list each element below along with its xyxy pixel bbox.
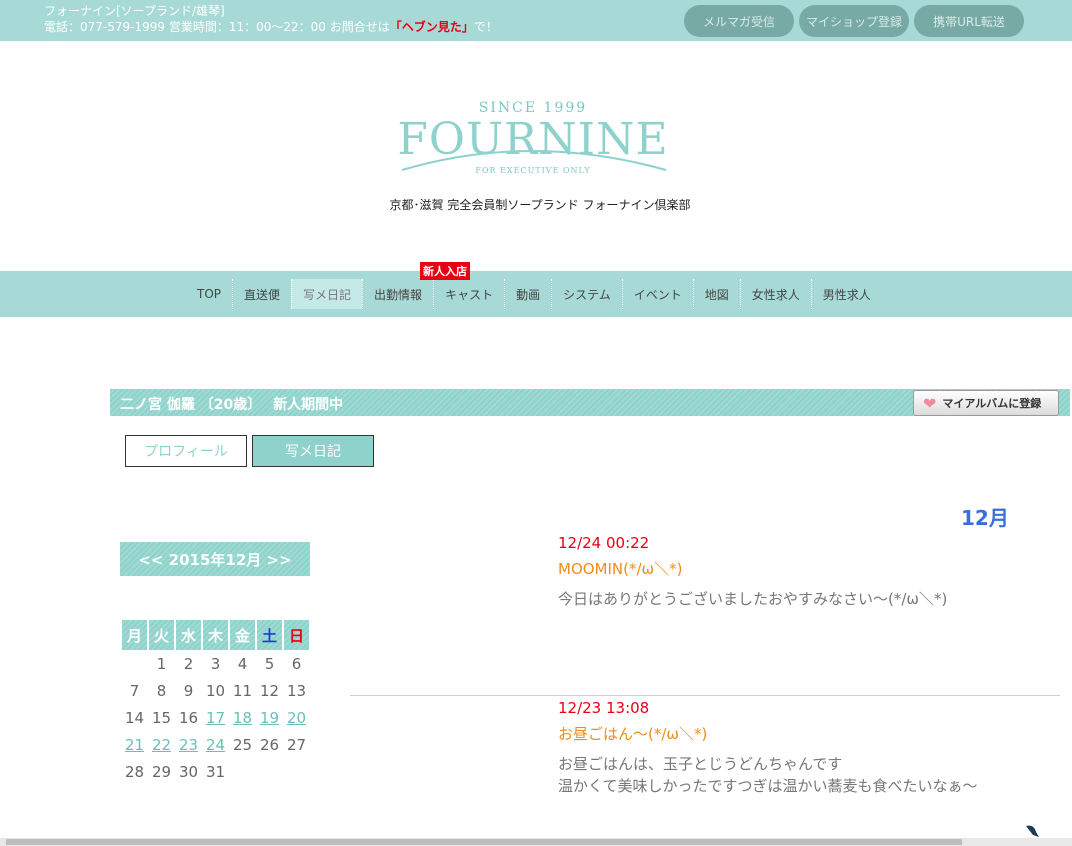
calendar-day: 7 — [129, 681, 140, 700]
entry-body-line: お昼ごはんは、玉子とじうどんちゃんです — [558, 755, 843, 773]
weekday-tue: 火 — [149, 620, 174, 650]
calendar-week: 7 8 9 10 11 12 13 — [122, 677, 309, 704]
calendar-day: 4 — [237, 654, 248, 673]
tab-profile[interactable]: プロフィール — [125, 435, 247, 467]
calendar-day[interactable]: 24 — [203, 731, 228, 758]
horizontal-scrollbar[interactable] — [0, 838, 1072, 846]
logo-subtitle: 京都･滋賀 完全会員制ソープランド フォーナイン倶楽部 — [389, 198, 691, 212]
weekday-mon: 月 — [122, 620, 147, 650]
calendar: 月 火 水 木 金 土 日 1 2 3 4 5 6 7 8 9 10 11 12 13 14 15 16 17 1… — [120, 620, 311, 785]
cast-name: 二ノ宮 伽羅 〔20歳〕 新人期間中 — [120, 397, 344, 413]
top-bar: フォーナイン[ソープランド/雄琴] 電話：077-579-1999 営業時間：1… — [0, 0, 1072, 41]
logo-tagline: FOR EXECUTIVE ONLY — [475, 166, 591, 175]
calendar-day: 14 — [124, 708, 145, 727]
mobile-url-button[interactable]: 携帯URL転送 — [914, 5, 1024, 37]
calendar-day: 31 — [205, 762, 226, 781]
calendar-day: 25 — [232, 735, 253, 754]
nav-item-top[interactable]: TOP — [186, 279, 232, 309]
calendar-day[interactable]: 23 — [176, 731, 201, 758]
calendar-day: 30 — [178, 762, 199, 781]
entry-body: 今日はありがとうございましたおやすみなさい～(*/ω＼*) — [558, 588, 1058, 610]
calendar-day[interactable]: 20 — [284, 704, 309, 731]
calendar-day[interactable]: 17 — [203, 704, 228, 731]
scrollbar-thumb[interactable] — [6, 839, 962, 845]
calendar-empty-cell — [230, 758, 255, 785]
shop-name: フォーナイン[ソープランド/雄琴] — [44, 4, 225, 18]
nav-item-event[interactable]: イベント — [621, 279, 693, 309]
calendar-day: 9 — [183, 681, 194, 700]
main-nav: TOP 直送便 写メ日記 出勤情報 キャスト 動画 システム イベント 地図 女… — [0, 262, 1072, 317]
nav-item-cast[interactable]: キャスト — [433, 279, 504, 309]
nav-item-system[interactable]: システム — [551, 279, 622, 309]
calendar-day: 15 — [151, 708, 172, 727]
contact-text: 電話：077-579-1999 営業時間：11：00～22：00 お問合せは — [44, 20, 390, 34]
new-cast-badge: 新人入店 — [420, 262, 470, 280]
calendar-day: 1 — [156, 654, 167, 673]
calendar-day[interactable]: 21 — [122, 731, 147, 758]
nav-item-video[interactable]: 動画 — [504, 279, 551, 309]
calendar-day[interactable]: 19 — [257, 704, 282, 731]
heart-icon: ❤ — [923, 393, 937, 413]
calendar-day: 3 — [210, 654, 221, 673]
add-to-album-button[interactable]: ❤ マイアルバムに登録 — [913, 390, 1059, 416]
calendar-day[interactable]: 22 — [149, 731, 174, 758]
entry-body: お昼ごはんは、玉子とじうどんちゃんです 温かくて美味しかったですつぎは温かい蕎麦… — [558, 753, 1058, 797]
myshop-register-button[interactable]: マイショップ登録 — [799, 5, 909, 37]
calendar-day: 13 — [286, 681, 307, 700]
calendar-day: 10 — [205, 681, 226, 700]
calendar-week: 123456 — [122, 650, 309, 677]
contact-highlight: 「ヘブン見た」 — [389, 20, 474, 34]
entry-date: 12/23 13:08 — [558, 699, 650, 717]
entry-date: 12/24 00:22 — [558, 534, 650, 552]
nav-item-schedule[interactable]: 出勤情報 — [362, 279, 433, 309]
calendar-day: 26 — [259, 735, 280, 754]
calendar-day: 8 — [156, 681, 167, 700]
contact-info: 電話：077-579-1999 営業時間：11：00～22：00 お問合せは「ヘ… — [44, 18, 498, 35]
weekday-sat: 土 — [257, 620, 282, 650]
entry-divider — [350, 695, 1060, 696]
weekday-thu: 木 — [203, 620, 228, 650]
calendar-day: 5 — [264, 654, 275, 673]
diary-entry: 12/24 00:22 MOOMIN(*/ω＼*) 今日はありがとうございました… — [558, 534, 1058, 610]
calendar-empty-cell — [284, 758, 309, 785]
nav-item-female-recruit[interactable]: 女性求人 — [739, 279, 811, 309]
entry-title[interactable]: お昼ごはん～(*/ω＼*) — [558, 723, 1058, 753]
calendar-week: 21 22 23 24 25 26 27 — [122, 731, 309, 758]
calendar-week: 28 29 30 31 — [122, 758, 309, 785]
newsletter-button[interactable]: メルマガ受信 — [684, 5, 794, 37]
calendar-day: 6 — [291, 654, 302, 673]
nav-item-direct[interactable]: 直送便 — [232, 279, 291, 309]
entry-body-line: 今日はありがとうございましたおやすみなさい～(*/ω＼*) — [558, 590, 948, 608]
calendar-day: 2 — [183, 654, 194, 673]
weekday-wed: 水 — [176, 620, 201, 650]
site-logo[interactable]: SINCE 1999 FOURNINE FOR EXECUTIVE ONLY 京… — [380, 100, 700, 220]
calendar-day: 28 — [124, 762, 145, 781]
add-to-album-label: マイアルバムに登録 — [942, 397, 1042, 410]
tab-photo-diary[interactable]: 写メ日記 — [252, 435, 374, 467]
calendar-day: 12 — [259, 681, 280, 700]
nav-item-map[interactable]: 地図 — [692, 279, 740, 309]
diary-entry: 12/23 13:08 お昼ごはん～(*/ω＼*) お昼ごはんは、玉子とじうどん… — [558, 699, 1058, 797]
entry-title[interactable]: MOOMIN(*/ω＼*) — [558, 558, 1058, 588]
weekday-fri: 金 — [230, 620, 255, 650]
calendar-empty-cell — [122, 650, 147, 677]
contact-suffix: で！ — [473, 20, 498, 34]
calendar-week: 14 15 16 17 18 19 20 — [122, 704, 309, 731]
calendar-day: 29 — [151, 762, 172, 781]
calendar-month-nav[interactable]: << 2015年12月 >> — [120, 542, 310, 576]
nav-item-photo-diary[interactable]: 写メ日記 — [291, 279, 363, 309]
weekday-sun: 日 — [284, 620, 309, 650]
calendar-day: 16 — [178, 708, 199, 727]
calendar-day[interactable]: 18 — [230, 704, 255, 731]
page-top-icon[interactable] — [1024, 824, 1040, 838]
entry-body-line: 温かくて美味しかったですつぎは温かい蕎麦も食べたいなぁ～ — [558, 777, 978, 795]
calendar-day: 11 — [232, 681, 253, 700]
calendar-empty-cell — [257, 758, 282, 785]
calendar-day: 27 — [286, 735, 307, 754]
nav-item-male-recruit[interactable]: 男性求人 — [810, 279, 882, 309]
diary-month: 12月 — [961, 506, 1009, 530]
